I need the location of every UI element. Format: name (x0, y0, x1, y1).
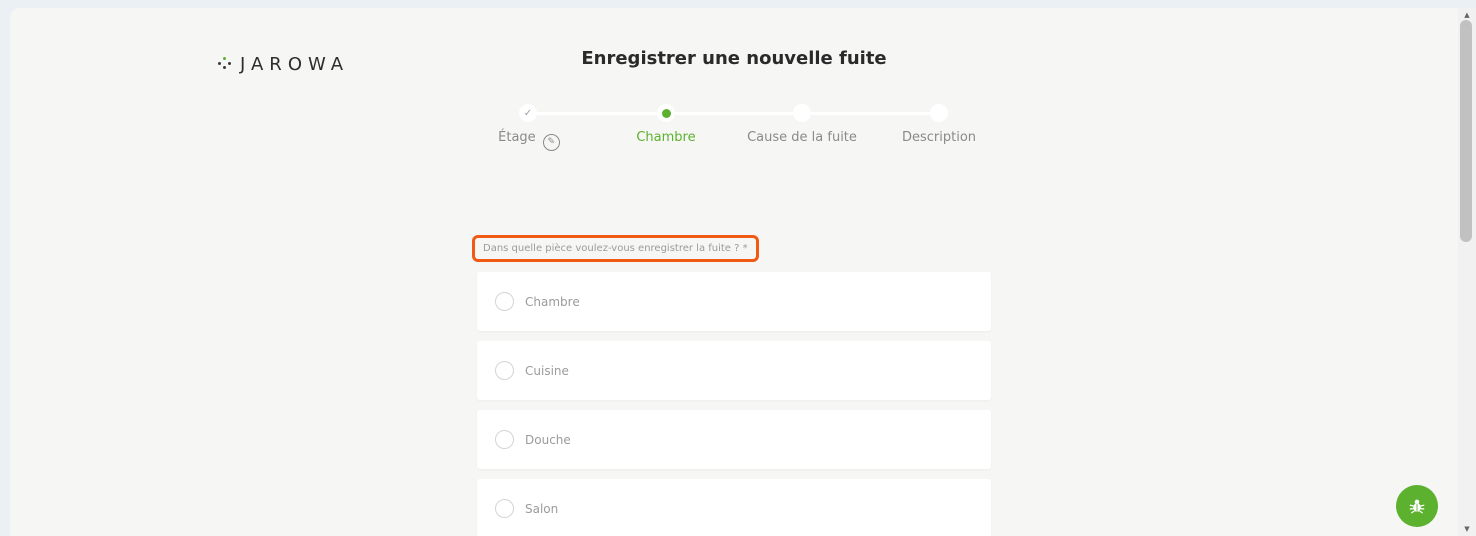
step-label-etage[interactable]: Étage ✎ (459, 130, 599, 151)
radio-button[interactable] (495, 499, 514, 518)
radio-button[interactable] (495, 361, 514, 380)
room-option-label: Douche (525, 432, 571, 447)
step-dot-chambre (657, 104, 675, 122)
room-options-list: Chambre Cuisine Douche Salon (477, 272, 991, 536)
room-option-label: Chambre (525, 294, 580, 309)
step-label-chambre: Chambre (636, 130, 696, 145)
room-option-label: Cuisine (525, 363, 569, 378)
room-option-label: Salon (525, 501, 559, 516)
question-label: Dans quelle pièce voulez-vous enregistre… (472, 235, 759, 262)
pencil-icon[interactable]: ✎ (542, 133, 560, 151)
check-icon: ✓ (523, 107, 533, 119)
scrollbar-thumb[interactable] (1460, 20, 1472, 242)
bug-icon (1409, 499, 1425, 514)
scroll-down-arrow-icon[interactable]: ▼ (1458, 522, 1476, 536)
radio-button[interactable] (495, 292, 514, 311)
room-option-douche[interactable]: Douche (477, 410, 991, 469)
stepper-track (528, 112, 940, 115)
radio-button[interactable] (495, 430, 514, 449)
room-option-cuisine[interactable]: Cuisine (477, 341, 991, 400)
step-label-cause: Cause de la fuite (747, 130, 857, 145)
step-dot-etage[interactable]: ✓ (519, 104, 537, 122)
page-title: Enregistrer une nouvelle fuite (581, 48, 887, 69)
page-scrollbar[interactable]: ▲ ▼ (1458, 8, 1476, 536)
step-dot-description (930, 104, 948, 122)
bug-report-button[interactable] (1396, 485, 1438, 527)
room-option-chambre[interactable]: Chambre (477, 272, 991, 331)
progress-stepper: ✓ Étage ✎ Chambre Cause de la fuite Desc… (478, 100, 1000, 160)
step-label-description: Description (901, 130, 977, 145)
room-option-salon[interactable]: Salon (477, 479, 991, 536)
step-dot-cause (793, 104, 811, 122)
